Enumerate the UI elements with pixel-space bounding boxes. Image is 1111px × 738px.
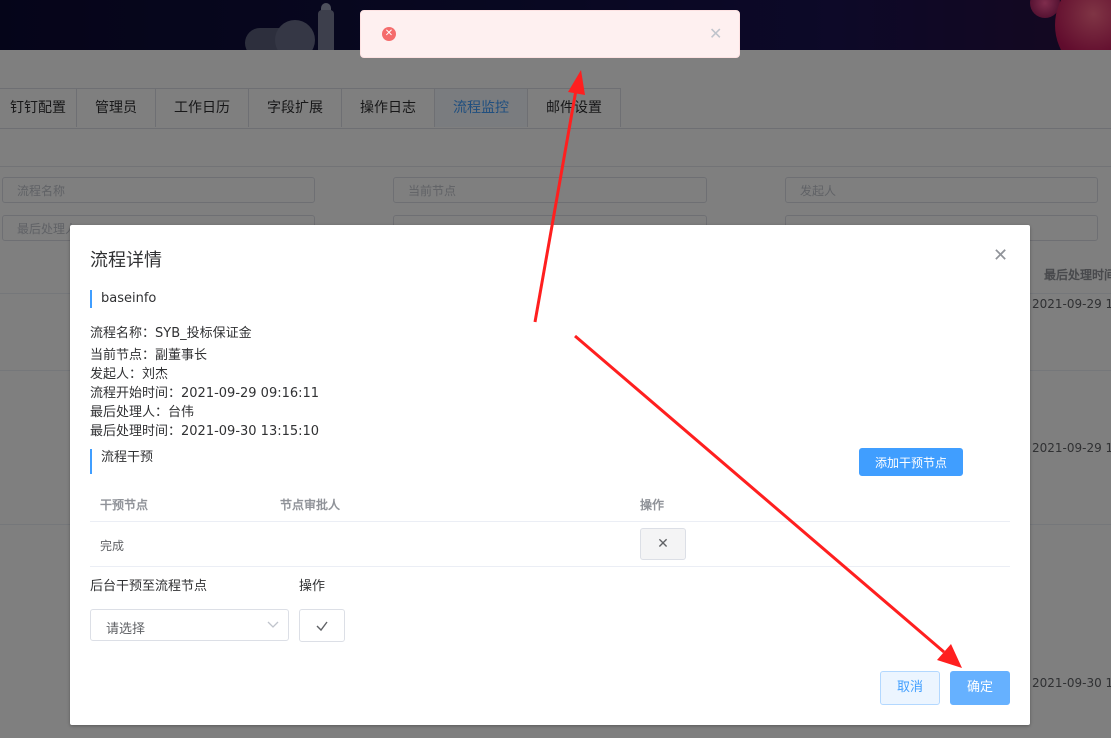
error-icon: ✕ [382,27,396,41]
section-intervene: 流程干预 [90,449,153,474]
delete-row-button[interactable]: ✕ [640,528,686,560]
info-initiator: 发起人：刘杰 [90,367,169,382]
table-header-node: 干预节点 [100,498,149,512]
section-baseinfo: baseinfo [90,290,156,308]
process-detail-dialog: 流程详情 ✕ baseinfo 流程名称：SYB_投标保证金 当前节点：副董事长… [70,225,1030,725]
backend-operation-label: 操作 [299,579,326,594]
process-node-select[interactable]: 请选择 [90,609,289,641]
error-toast: ✕ ✕ [360,10,740,58]
info-start-time: 流程开始时间：2021-09-29 09:16:11 [90,386,320,401]
ok-button[interactable]: 确定 [950,671,1010,705]
info-process-name: 流程名称：SYB_投标保证金 [90,326,252,341]
table-cell-node: 完成 [100,539,125,553]
app-page: 钉钉配置 管理员 工作日历 字段扩展 操作日志 流程监控 邮件设置 流程名称 当… [0,0,1111,738]
select-value: 请选择 [106,622,146,637]
confirm-node-button[interactable] [299,609,345,642]
table-header-operation: 操作 [640,498,665,512]
table-header-approver: 节点审批人 [280,498,341,512]
info-last-time: 最后处理时间：2021-09-30 13:15:10 [90,424,320,439]
cancel-button[interactable]: 取消 [880,671,940,705]
backend-intervene-label: 后台干预至流程节点 [90,579,208,594]
close-icon: ✕ [657,536,669,552]
table-divider [90,521,1010,522]
close-icon[interactable]: ✕ [709,24,722,43]
dialog-title: 流程详情 [90,250,162,271]
check-icon [315,621,329,645]
close-icon[interactable]: ✕ [993,245,1008,266]
add-intervene-node-button[interactable]: 添加干预节点 [859,448,963,476]
chevron-down-icon [266,614,280,639]
table-divider [90,566,1010,567]
info-current-node: 当前节点：副董事长 [90,348,208,363]
info-last-handler: 最后处理人：台伟 [90,405,195,420]
